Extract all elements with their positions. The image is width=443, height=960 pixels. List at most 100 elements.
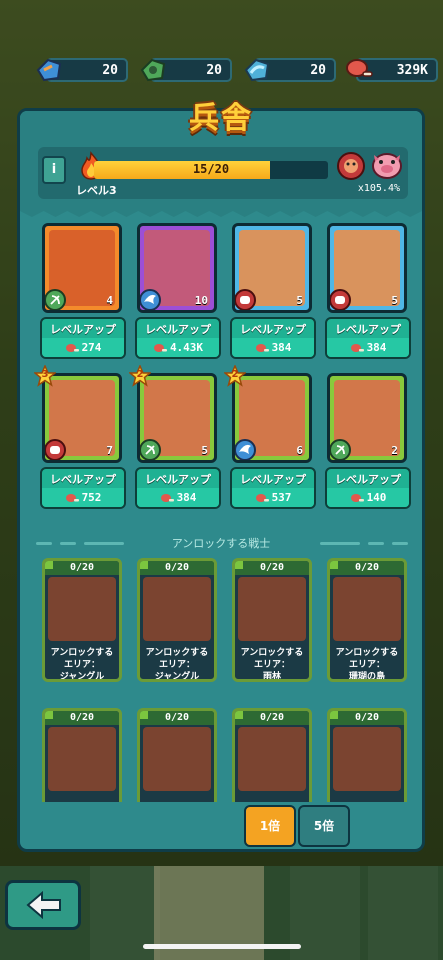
level-up-button[interactable]: レベルアップ 384 bbox=[230, 317, 316, 359]
back-arrow-icon bbox=[26, 890, 61, 920]
unlock-area: ジャングル bbox=[154, 672, 200, 682]
back-button[interactable] bbox=[5, 880, 81, 930]
cost-value: 752 bbox=[81, 491, 102, 504]
locked-section-title: アンロックする戦士 bbox=[171, 537, 271, 550]
star-count: 2 bbox=[136, 369, 144, 380]
bow-class-icon bbox=[330, 439, 351, 460]
locked-hero-card[interactable]: 0/20 アンロックする エリア： 珊瑚の島 bbox=[325, 558, 411, 682]
locked-hero-card[interactable]: 0/20 bbox=[135, 708, 221, 802]
bow-class-icon bbox=[140, 439, 161, 460]
meat-icon bbox=[65, 494, 79, 502]
resource-bar: 20 20 20 329K bbox=[0, 56, 443, 84]
locked-hero-card[interactable]: 0/20 bbox=[230, 708, 316, 802]
meat-icon bbox=[160, 494, 174, 502]
level-up-button[interactable]: レベルアップ 537 bbox=[230, 467, 316, 509]
level-up-cost: 140 bbox=[327, 488, 409, 507]
level-up-button[interactable]: レベルアップ 274 bbox=[40, 317, 126, 359]
level-up-button[interactable]: レベルアップ 384 bbox=[325, 317, 411, 359]
hero-level: 5 bbox=[201, 444, 208, 457]
hero-level: 7 bbox=[106, 444, 113, 457]
unlock-text: アンロックする エリア： ジャングル bbox=[45, 647, 119, 682]
meat-icon bbox=[255, 344, 269, 352]
locked-hero-card[interactable]: 0/20 bbox=[40, 708, 126, 802]
hero-portrait bbox=[333, 577, 401, 641]
puzzle-icon bbox=[330, 561, 338, 569]
unlock-area: 雨林 bbox=[262, 672, 281, 682]
locked-hero-card[interactable]: 0/20 アンロックする エリア： ジャングル bbox=[135, 558, 221, 682]
locked-hero-card[interactable]: 0/20 アンロックする エリア： ジャングル bbox=[40, 558, 126, 682]
level-up-button[interactable]: レベルアップ 140 bbox=[325, 467, 411, 509]
hero-slot[interactable]: 6 2 レベルアップ 537 bbox=[224, 365, 316, 509]
unlock-area: ジャングル bbox=[59, 672, 105, 682]
level-up-label: レベルアップ bbox=[145, 323, 211, 336]
level-up-button[interactable]: レベルアップ 752 bbox=[40, 467, 126, 509]
nav-slot[interactable] bbox=[368, 866, 438, 960]
locked-heroes-grid[interactable]: 0/20 アンロックする エリア： ジャングル 0/20 アンロックする エリア： ジャ… bbox=[40, 558, 412, 802]
shard-count: 0/20 bbox=[235, 711, 309, 725]
hero-card[interactable]: 2 bbox=[327, 373, 407, 463]
shard-count: 0/20 bbox=[330, 711, 404, 725]
resource-value: 20 bbox=[310, 63, 326, 78]
level-up-label: レベルアップ bbox=[240, 473, 306, 486]
unlock-line2: エリア： bbox=[253, 660, 290, 670]
barracks-panel: 兵舎 i 15/20 レベル3 x105.4% 4 レベルアップ 274 10 … bbox=[17, 101, 425, 852]
level-up-button[interactable]: レベルアップ 4.43K bbox=[135, 317, 221, 359]
hero-slot[interactable]: 5 レベルアップ 384 bbox=[325, 223, 411, 359]
unlock-line1: アンロックする bbox=[240, 648, 304, 658]
cost-value: 4.43K bbox=[169, 341, 204, 354]
hero-slot[interactable]: 4 レベルアップ 274 bbox=[40, 223, 126, 359]
multiplier-5x-button[interactable]: 5倍 bbox=[298, 805, 350, 847]
unlock-line1: アンロックする bbox=[50, 648, 114, 658]
flower-boss-icon bbox=[337, 152, 365, 180]
star-count: 2 bbox=[231, 369, 239, 380]
hero-slot[interactable]: 7 3 レベルアップ 752 bbox=[34, 365, 126, 509]
info-button[interactable]: i bbox=[42, 156, 66, 184]
level-up-cost: 384 bbox=[137, 488, 219, 507]
level-up-cost: 4.43K bbox=[137, 338, 219, 357]
unlock-line1: アンロックする bbox=[145, 648, 209, 658]
cost-value: 274 bbox=[81, 341, 102, 354]
level-progress-bar: 15/20 bbox=[94, 161, 328, 179]
page-title: 兵舎 bbox=[189, 101, 253, 136]
meat-icon bbox=[153, 344, 167, 352]
unlock-text: アンロックする エリア： ジャングル bbox=[140, 647, 214, 682]
cyan-gem-icon bbox=[244, 58, 270, 82]
wing-class-icon bbox=[235, 439, 256, 460]
shard-count: 0/20 bbox=[140, 711, 214, 725]
meat-icon bbox=[65, 344, 79, 352]
hero-card[interactable]: 5 bbox=[232, 223, 312, 313]
fist-class-icon bbox=[330, 289, 351, 310]
puzzle-icon bbox=[45, 561, 53, 569]
hero-slot[interactable]: 10 レベルアップ 4.43K bbox=[135, 223, 221, 359]
hero-level: 5 bbox=[296, 294, 303, 307]
level-up-button[interactable]: レベルアップ 384 bbox=[135, 467, 221, 509]
green-gem-icon bbox=[140, 58, 166, 82]
shard-count: 0/20 bbox=[235, 561, 309, 575]
hero-level: 10 bbox=[194, 294, 208, 307]
resource-value: 20 bbox=[206, 63, 222, 78]
level-up-label: レベルアップ bbox=[50, 473, 116, 486]
locked-hero-card[interactable]: 0/20 アンロックする エリア： 雨林 bbox=[230, 558, 316, 682]
level-progress-text: 15/20 bbox=[192, 162, 230, 176]
hero-slot[interactable]: 2 レベルアップ 140 bbox=[325, 373, 411, 509]
hero-card[interactable]: 5 bbox=[327, 223, 407, 313]
hero-portrait bbox=[238, 577, 306, 641]
meat-icon bbox=[350, 494, 364, 502]
hero-portrait bbox=[48, 577, 116, 641]
multiplier-1x-button[interactable]: 1倍 bbox=[244, 805, 296, 847]
hero-card[interactable]: 4 bbox=[42, 223, 122, 313]
level-up-label: レベルアップ bbox=[240, 323, 306, 336]
shard-count: 0/20 bbox=[140, 561, 214, 575]
hero-slot[interactable]: 5 レベルアップ 384 bbox=[230, 223, 316, 359]
blue-gem-icon bbox=[36, 58, 62, 82]
unlock-text: アンロックする エリア： 珊瑚の島 bbox=[330, 647, 404, 679]
hero-card[interactable]: 10 bbox=[137, 223, 217, 313]
level-up-cost: 537 bbox=[232, 488, 314, 507]
shard-count: 0/20 bbox=[330, 561, 404, 575]
locked-hero-card[interactable]: 0/20 bbox=[325, 708, 411, 802]
hero-slot[interactable]: 5 2 レベルアップ 384 bbox=[129, 365, 221, 509]
puzzle-icon bbox=[235, 561, 243, 569]
hero-level: 6 bbox=[296, 444, 303, 457]
resource-value: 20 bbox=[102, 63, 118, 78]
meat-icon bbox=[346, 59, 373, 77]
